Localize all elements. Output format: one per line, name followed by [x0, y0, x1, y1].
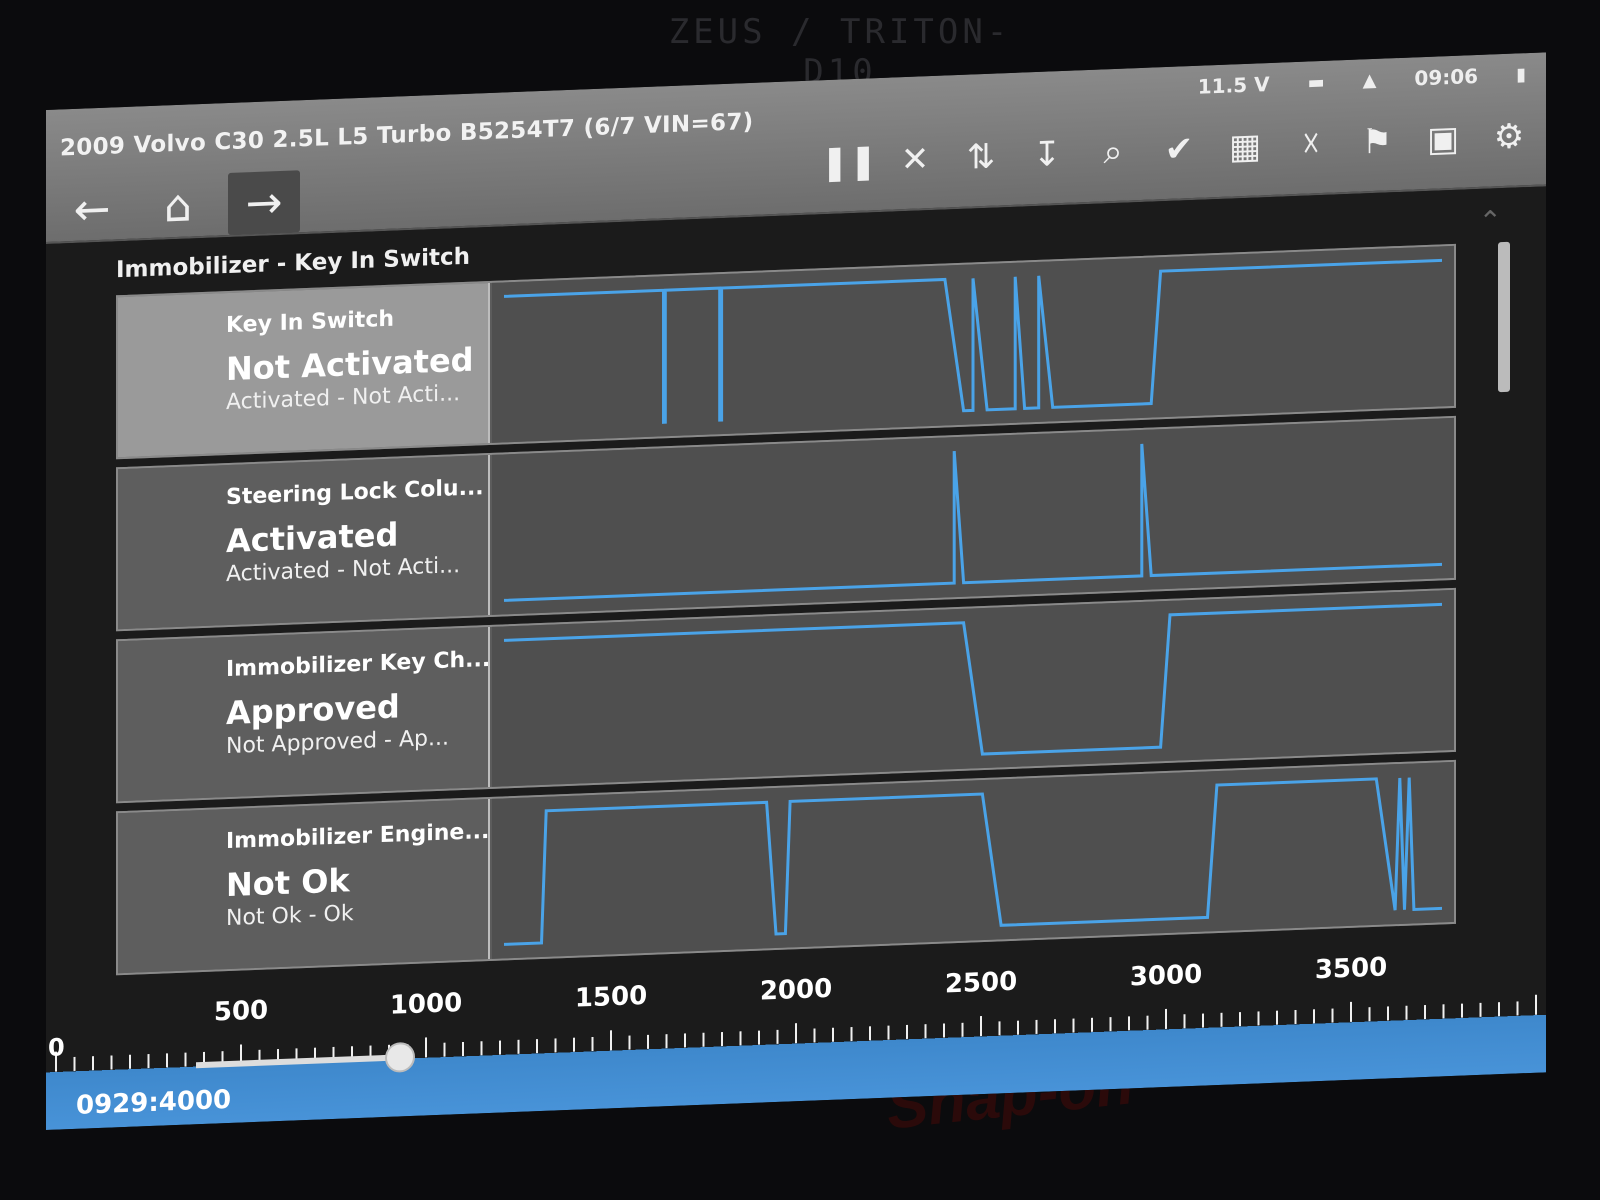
home-button[interactable]: ⌂: [142, 174, 214, 239]
alert-button[interactable]: ⚑: [1354, 116, 1400, 168]
pid-label-panel[interactable]: Immobilizer Engine... Not Ok Not Ok - Ok: [118, 798, 490, 974]
wifi-icon: ▲: [1362, 69, 1377, 91]
back-button[interactable]: ←: [56, 177, 128, 242]
signal-trace: [504, 443, 1442, 602]
lock-icon: ☓: [1301, 124, 1321, 165]
magnify-button[interactable]: ⌕: [1090, 126, 1136, 178]
zoom-fit-icon: ↧: [1032, 133, 1062, 176]
pid-label-panel[interactable]: Key In Switch Not Activated Activated - …: [118, 282, 490, 458]
timeline-tick-label: 500: [213, 995, 269, 1028]
graph-button[interactable]: ▦: [1222, 121, 1268, 173]
scroll-up-chevron-icon[interactable]: ⌃: [1479, 204, 1502, 238]
data-view: Immobilizer - Key In Switch ⌃ Key In Swi…: [46, 186, 1546, 1130]
sort-button[interactable]: ⇅: [958, 131, 1004, 183]
magnify-icon: ⌕: [1103, 131, 1123, 173]
check-icon: ✔: [1164, 128, 1194, 171]
forward-arrow-icon: →: [245, 176, 283, 229]
save-button[interactable]: ▣: [1420, 113, 1466, 165]
pid-graph[interactable]: [492, 761, 1454, 959]
pid-trace-svg: [504, 777, 1442, 946]
pause-button[interactable]: ❚❚: [821, 136, 878, 188]
timeline-zero-label: 0: [48, 1033, 65, 1062]
pid-trace-svg: [504, 443, 1442, 602]
zoom-fit-button[interactable]: ↧: [1024, 129, 1070, 181]
scanner-screen: 2009 Volvo C30 2.5L L5 Turbo B5254T7 (6/…: [46, 52, 1546, 1130]
pid-name: Immobilizer Key Ch...: [226, 647, 488, 683]
voltage-readout: 11.5 V: [1197, 71, 1270, 99]
timeline-tick-label: 1500: [574, 980, 648, 1014]
pid-graph[interactable]: [492, 245, 1454, 443]
bell-icon: ⚑: [1361, 121, 1393, 163]
timeline-tick-label: 2000: [759, 973, 833, 1007]
signal-trace: [504, 258, 1442, 424]
pid-name: Steering Lock Colu...: [226, 475, 484, 511]
pid-list: Key In Switch Not Activated Activated - …: [116, 243, 1456, 983]
gear-icon: ⚙: [1493, 116, 1525, 158]
battery-icon: ▮: [1516, 63, 1526, 86]
pid-trace-svg: [504, 602, 1442, 756]
home-garage-icon: ⌂: [164, 179, 192, 232]
close-icon: ✕: [900, 139, 930, 181]
back-arrow-icon: ←: [73, 183, 111, 236]
pid-label-panel[interactable]: Steering Lock Colu... Activated Activate…: [118, 454, 490, 630]
scrollbar[interactable]: [1498, 241, 1510, 393]
vehicle-title: 2009 Volvo C30 2.5L L5 Turbo B5254T7 (6/…: [60, 108, 754, 162]
clear-button[interactable]: ✕: [892, 134, 938, 186]
timeline-tick-label: 1000: [389, 988, 463, 1021]
forward-button[interactable]: →: [228, 170, 300, 236]
signal-trace: [504, 777, 1442, 946]
section-title: Immobilizer - Key In Switch: [116, 243, 470, 284]
lock-button[interactable]: ☓: [1288, 119, 1334, 171]
nav-buttons: ← ⌂ →: [56, 170, 300, 241]
pid-graph[interactable]: [492, 417, 1454, 615]
timeline-tick-label: 2500: [944, 966, 1018, 1000]
clock: 09:06: [1414, 63, 1479, 91]
pause-icon: ❚❚: [820, 141, 878, 184]
frame-position: 0929:4000: [76, 1084, 232, 1121]
battery-bar-icon: ▬: [1307, 71, 1325, 94]
pid-name: Immobilizer Engine...: [226, 819, 488, 855]
save-icon: ▣: [1426, 118, 1460, 160]
pid-label-panel[interactable]: Immobilizer Key Ch... Approved Not Appro…: [118, 626, 490, 802]
toolbar: ❚❚ ✕ ⇅ ↧ ⌕ ✔ ▦ ☓ ⚑ ▣ ⚙: [821, 111, 1532, 188]
pid-trace-svg: [504, 258, 1442, 424]
pid-graph[interactable]: [492, 589, 1454, 787]
graph-icon: ▦: [1228, 126, 1262, 168]
pid-name: Key In Switch: [226, 306, 395, 339]
status-area: 11.5 V ▬ ▲ 09:06 ▮: [1198, 59, 1526, 102]
select-button[interactable]: ✔: [1156, 124, 1202, 176]
sort-icon: ⇅: [966, 136, 996, 178]
settings-button[interactable]: ⚙: [1486, 111, 1532, 163]
signal-trace: [504, 602, 1442, 756]
timeline-tick-label: 3500: [1314, 952, 1388, 986]
timeline-tick-label: 3000: [1129, 959, 1203, 993]
